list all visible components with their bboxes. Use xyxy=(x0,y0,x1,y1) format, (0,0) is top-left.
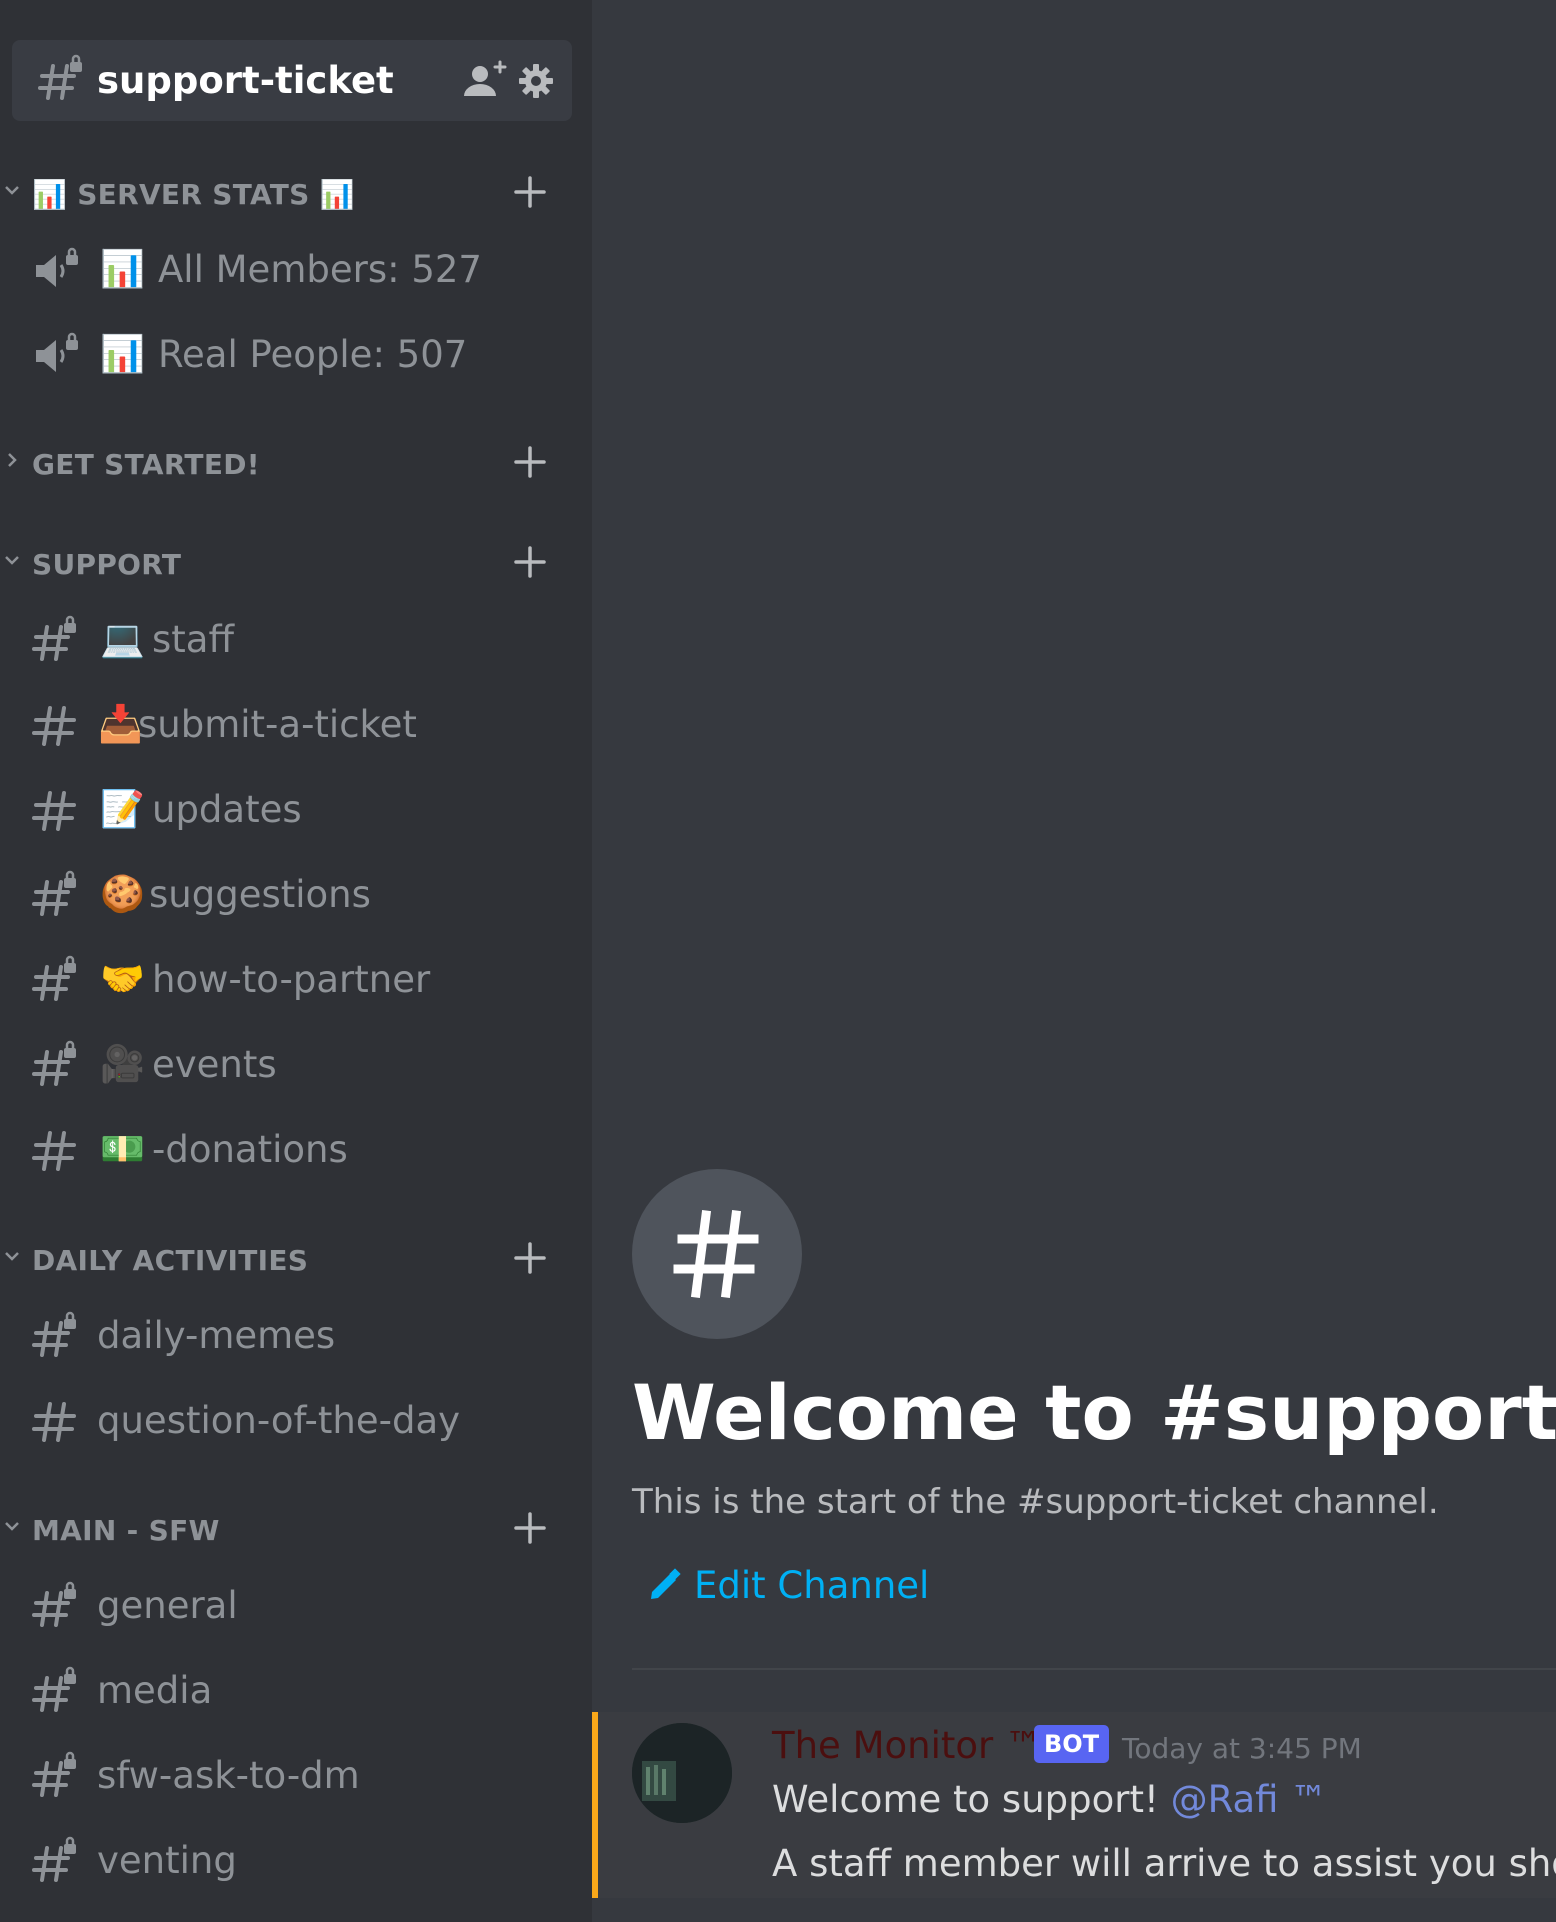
message-text: Welcome to support! xyxy=(772,1778,1171,1821)
hash-icon xyxy=(32,791,76,831)
channel-label: submit-a-ticket xyxy=(138,703,417,746)
add-channel-icon[interactable] xyxy=(510,442,550,482)
channel-label: venting xyxy=(97,1839,237,1882)
channel-how-to-partner[interactable]: 🤝 how-to-partner xyxy=(0,942,592,1012)
channel-real-people[interactable]: 📊 Real People: 507 xyxy=(0,317,592,387)
hash-locked-icon xyxy=(32,1836,76,1882)
category-label: SUPPORT xyxy=(32,548,182,581)
category-get-started[interactable]: GET STARTED! xyxy=(0,440,592,488)
channel-label: suggestions xyxy=(149,873,371,916)
chevron-down-icon xyxy=(5,556,19,565)
message-line-2: A staff member will arrive to assist you… xyxy=(772,1842,1556,1885)
chevron-right-icon xyxy=(8,453,17,467)
channel-events[interactable]: 🎥 events xyxy=(0,1027,592,1097)
category-label: DAILY ACTIVITIES xyxy=(32,1244,309,1277)
voice-locked-icon xyxy=(36,332,78,372)
category-support[interactable]: SUPPORT xyxy=(0,540,592,588)
channel-all-members[interactable]: 📊 All Members: 527 xyxy=(0,232,592,302)
hash-locked-icon xyxy=(38,54,82,100)
bar-chart-emoji: 📊 xyxy=(100,249,145,290)
chevron-down-icon xyxy=(5,186,19,195)
channel-label: -donations xyxy=(152,1128,348,1171)
channel-label: sfw-ask-to-dm xyxy=(97,1754,360,1797)
hash-locked-icon xyxy=(32,870,76,916)
channel-label: updates xyxy=(152,788,302,831)
mention-highlight-bar xyxy=(592,1712,598,1898)
hash-locked-icon xyxy=(32,1666,76,1712)
channel-label: Real People: 507 xyxy=(158,333,468,376)
handshake-emoji: 🤝 xyxy=(100,959,145,1000)
channel-sidebar: support-ticket 📊 SERVER STATS 📊 📊 All Me… xyxy=(0,0,592,1922)
hash-locked-icon xyxy=(32,1311,76,1357)
divider xyxy=(632,1668,1556,1670)
avatar[interactable] xyxy=(632,1723,732,1823)
message-line-1: Welcome to support! @Rafi ™ xyxy=(772,1778,1327,1821)
channel-updates[interactable]: 📝 updates xyxy=(0,772,592,842)
hash-locked-icon xyxy=(32,955,76,1001)
channel-staff[interactable]: 💻 staff xyxy=(0,602,592,672)
cookie-emoji: 🍪 xyxy=(100,874,145,915)
voice-locked-icon xyxy=(36,247,78,287)
welcome-title: Welcome to #support-ticket! xyxy=(632,1368,1556,1457)
dollar-banknote-emoji: 💵 xyxy=(100,1129,145,1170)
channel-avatar xyxy=(632,1169,802,1339)
category-main-sfw[interactable]: MAIN - SFW xyxy=(0,1506,592,1554)
bot-badge: BOT xyxy=(1034,1725,1110,1763)
hash-icon xyxy=(32,706,76,746)
hash-icon xyxy=(673,1209,759,1299)
channel-donations[interactable]: 💵 -donations xyxy=(0,1112,592,1182)
hash-locked-icon xyxy=(32,1751,76,1797)
category-server-stats[interactable]: 📊 SERVER STATS 📊 xyxy=(0,170,592,218)
channel-sfw-ask-to-dm[interactable]: sfw-ask-to-dm xyxy=(0,1738,592,1808)
memo-emoji: 📝 xyxy=(100,789,145,830)
message-timestamp: Today at 3:45 PM xyxy=(1122,1732,1362,1765)
channel-daily-memes[interactable]: daily-memes xyxy=(0,1298,592,1368)
avatar-image xyxy=(632,1723,732,1823)
active-channel-item[interactable]: support-ticket xyxy=(12,40,572,121)
channel-label: how-to-partner xyxy=(152,958,431,1001)
chevron-down-icon xyxy=(5,1252,19,1261)
category-daily-activities[interactable]: DAILY ACTIVITIES xyxy=(0,1236,592,1284)
active-channel-name: support-ticket xyxy=(97,59,394,102)
message-author[interactable]: The Monitor ™ xyxy=(772,1724,1042,1767)
inbox-tray-emoji: 📥 xyxy=(98,704,143,745)
hash-locked-icon xyxy=(32,615,76,661)
hash-icon xyxy=(32,1402,76,1442)
channel-submit-a-ticket[interactable]: 📥 submit-a-ticket xyxy=(0,687,592,757)
add-channel-icon[interactable] xyxy=(510,542,550,582)
chevron-down-icon xyxy=(5,1522,19,1531)
edit-channel-label: Edit Channel xyxy=(694,1564,930,1607)
channel-label: All Members: 527 xyxy=(158,248,482,291)
channel-venting[interactable]: venting xyxy=(0,1823,592,1893)
hash-locked-icon xyxy=(32,1581,76,1627)
channel-media[interactable]: media xyxy=(0,1653,592,1723)
category-label: GET STARTED! xyxy=(32,448,260,481)
channel-label: daily-memes xyxy=(97,1314,336,1357)
add-channel-icon[interactable] xyxy=(510,1238,550,1278)
chat-area: Welcome to #support-ticket! This is the … xyxy=(592,0,1556,1922)
add-member-icon[interactable] xyxy=(462,60,508,100)
channel-label: general xyxy=(97,1584,238,1627)
hash-locked-icon xyxy=(32,1040,76,1086)
channel-label: staff xyxy=(152,618,234,661)
bar-chart-emoji: 📊 xyxy=(100,334,145,375)
add-channel-icon[interactable] xyxy=(510,172,550,212)
gear-icon[interactable] xyxy=(517,62,555,100)
hash-icon xyxy=(32,1131,76,1171)
category-label: MAIN - SFW xyxy=(32,1514,220,1547)
channel-question-of-the-day[interactable]: question-of-the-day xyxy=(0,1383,592,1453)
laptop-emoji: 💻 xyxy=(100,619,145,660)
add-channel-icon[interactable] xyxy=(510,1508,550,1548)
channel-label: question-of-the-day xyxy=(97,1399,461,1442)
channel-general[interactable]: general xyxy=(0,1568,592,1638)
welcome-subtitle: This is the start of the #support-ticket… xyxy=(632,1482,1439,1522)
channel-label: media xyxy=(97,1669,213,1712)
pencil-icon xyxy=(651,1568,681,1599)
chat-message: The Monitor ™ BOT Today at 3:45 PM Welco… xyxy=(592,1712,1556,1898)
user-mention[interactable]: @Rafi ™ xyxy=(1171,1778,1328,1821)
movie-camera-emoji: 🎥 xyxy=(100,1044,145,1085)
channel-suggestions[interactable]: 🍪 suggestions xyxy=(0,857,592,927)
channel-label: events xyxy=(152,1043,277,1086)
category-label: 📊 SERVER STATS 📊 xyxy=(32,178,355,211)
